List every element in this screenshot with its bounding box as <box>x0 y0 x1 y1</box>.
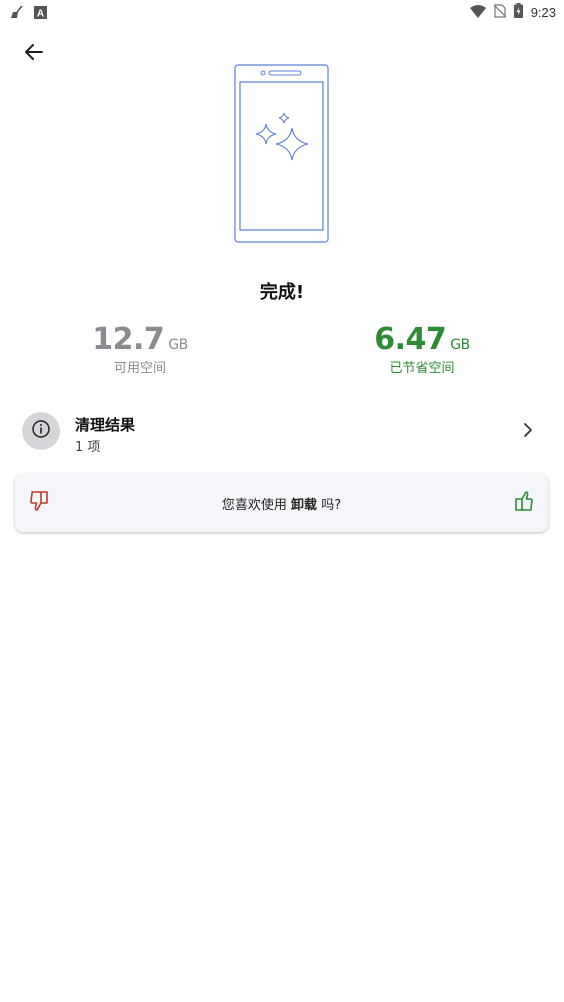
thumbs-up-icon[interactable] <box>512 490 534 516</box>
saved-space-value-row: 6.47 GB <box>322 322 522 357</box>
free-space-stat: 12.7 GB 可用空间 <box>40 322 240 376</box>
saved-space-label: 已节省空间 <box>389 361 455 376</box>
arrow-left-icon <box>24 42 44 66</box>
feedback-prefix: 您喜欢使用 <box>221 498 287 513</box>
free-space-value: 12.7 <box>92 322 165 357</box>
feedback-suffix: 吗? <box>321 498 342 513</box>
saved-space-value: 6.47 <box>374 322 447 357</box>
status-bar: A 9:23 <box>0 0 564 24</box>
svg-text:A: A <box>37 9 44 20</box>
cleanup-results-title: 清理结果 <box>75 416 136 434</box>
feedback-app-name: 卸载 <box>291 498 318 513</box>
info-icon-badge <box>22 412 60 450</box>
battery-charging-icon <box>513 3 523 22</box>
page-title: 完成! <box>259 282 305 303</box>
info-icon <box>31 419 51 443</box>
back-button[interactable] <box>20 40 48 68</box>
no-sim-icon <box>493 3 507 22</box>
free-space-label: 可用空间 <box>113 361 166 376</box>
wifi-icon <box>469 3 486 22</box>
cleanup-results-count: 1 项 <box>75 440 101 455</box>
status-time: 9:23 <box>530 5 556 20</box>
phone-sparkles-icon <box>234 64 330 248</box>
saved-space-unit: GB <box>450 337 470 353</box>
chevron-right-icon <box>522 422 534 442</box>
cleanup-results-row[interactable]: 清理结果 1 项 <box>0 404 564 460</box>
feedback-card: 您喜欢使用 卸载 吗? <box>15 474 548 532</box>
feedback-question: 您喜欢使用 卸载 吗? <box>15 494 548 513</box>
a-box-icon: A <box>34 4 47 23</box>
free-space-unit: GB <box>168 337 188 353</box>
saved-space-stat: 6.47 GB 已节省空间 <box>322 322 522 376</box>
free-space-value-row: 12.7 GB <box>40 322 240 357</box>
broom-icon <box>10 4 24 23</box>
